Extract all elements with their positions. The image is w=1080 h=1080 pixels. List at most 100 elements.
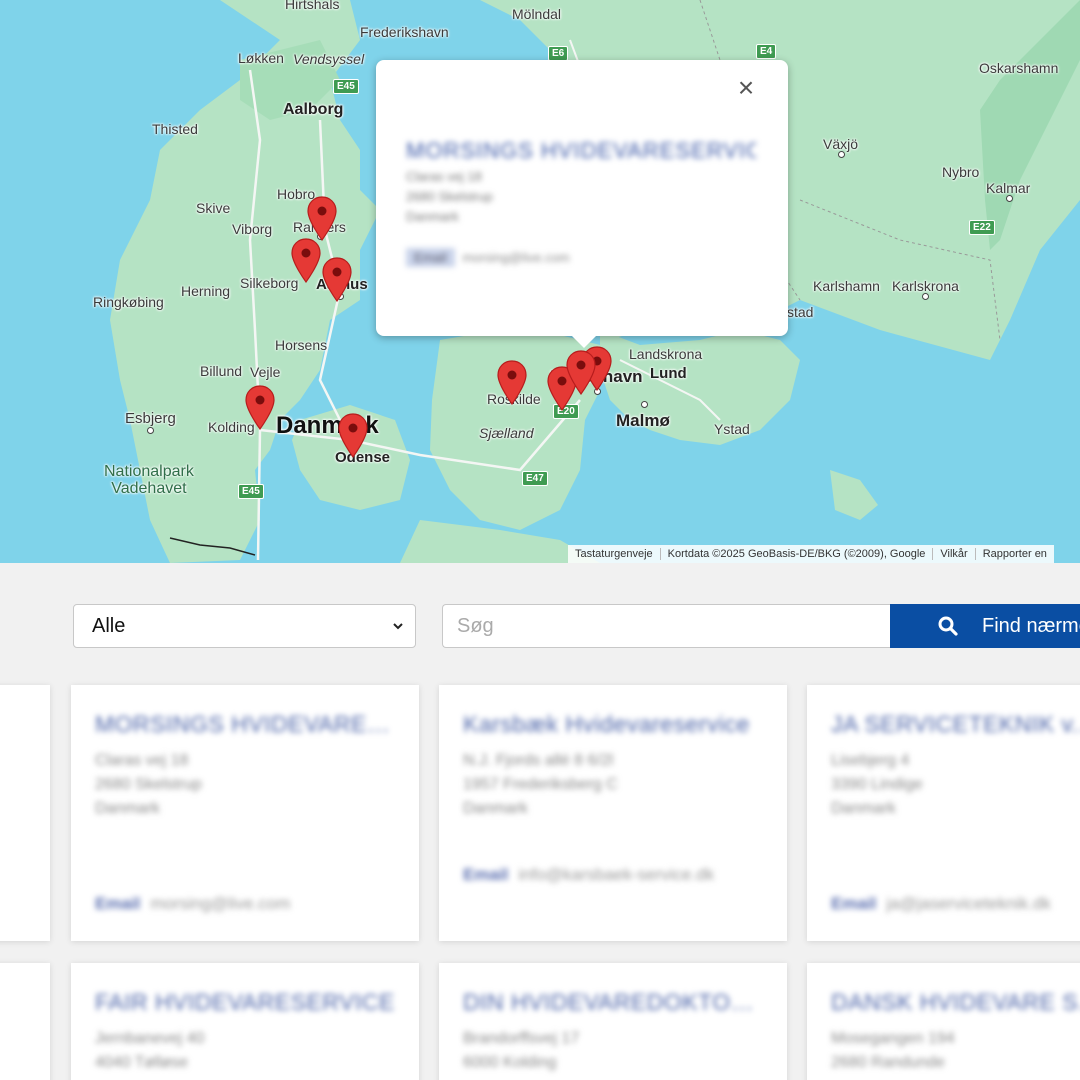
popup-body: MORSINGS HVIDEVARESERVICE Claras vej 18 …	[406, 138, 756, 267]
label-esbjerg: Esbjerg	[125, 410, 176, 427]
dealer-card-content: DIN HVIDEVAREDOKTOR ApS Brandorffsvej 17…	[463, 989, 767, 1072]
city-dot	[1006, 195, 1013, 202]
road-shield: E4	[756, 44, 777, 59]
dealer-email-value[interactable]: morsing@live.com	[150, 894, 290, 913]
label-herning: Herning	[181, 283, 231, 299]
road-shield: E22	[969, 220, 995, 235]
dealer-address-line: Brandorffsvej 17	[463, 1030, 580, 1047]
dealer-email: Email ja@jaserviceteknik.dk	[831, 890, 1080, 918]
label-horsens: Horsens	[275, 337, 328, 353]
label-billund: Billund	[200, 363, 243, 379]
label-karlshamn: Karlshamn	[813, 278, 880, 294]
city-dot	[147, 427, 154, 434]
popup-email: Email morsing@live.com	[406, 248, 756, 267]
road-shield: E47	[522, 471, 548, 486]
dealer-name: FAIR HVIDEVARESERVICE	[95, 989, 395, 1015]
dealer-address-line: Claras vej 18	[95, 752, 189, 769]
dealer-card[interactable]	[0, 963, 50, 1080]
map-pin[interactable]	[565, 350, 597, 396]
map-pin[interactable]	[337, 413, 369, 459]
map-pin[interactable]	[244, 385, 276, 431]
dealer-name: DANSK HVIDEVARE SERVICE	[831, 989, 1080, 1015]
label-molndal: Mölndal	[512, 6, 562, 22]
dealer-address-line: Danmark	[831, 800, 896, 817]
find-nearest-button[interactable]: Find nærmeste	[890, 604, 1080, 648]
label-vejle: Vejle	[250, 364, 281, 380]
label-hirtshals: Hirtshals	[285, 0, 340, 12]
map-info-popup: × MORSINGS HVIDEVARESERVICE Claras vej 1…	[376, 60, 788, 348]
label-thisted: Thisted	[152, 121, 198, 137]
label-sjaelland: Sjælland	[479, 425, 534, 441]
map-data-credit: Kortdata ©2025 GeoBasis-DE/BKG (©2009), …	[661, 548, 934, 560]
search-placeholder: Søg	[457, 614, 494, 637]
dealer-address-line: 3390 Lindige	[831, 776, 923, 793]
label-skive: Skive	[196, 200, 231, 216]
map-pin[interactable]	[496, 360, 528, 406]
dealer-card[interactable]: DANSK HVIDEVARE SERVICE Mosegangen 194 2…	[807, 963, 1080, 1080]
map-attribution: Tastaturgenveje Kortdata ©2025 GeoBasis-…	[568, 545, 1054, 563]
popup-address-line: 2680 Skelstrup	[406, 189, 493, 204]
road-shield: E45	[333, 79, 359, 94]
map-pin[interactable]	[321, 257, 353, 303]
chevron-down-icon	[393, 623, 403, 630]
dealer-card-list: MORSINGS HVIDEVARESERVICE Claras vej 18 …	[0, 685, 1080, 1080]
dealer-name: MORSINGS HVIDEVARESERVICE	[95, 711, 399, 737]
close-icon[interactable]: ×	[732, 74, 760, 102]
popup-address-line: Danmark	[406, 209, 459, 224]
label-nationalpark: Nationalpark Vadehavet	[104, 463, 194, 497]
dealer-card[interactable]: MORSINGS HVIDEVARESERVICE Claras vej 18 …	[71, 685, 419, 941]
label-vendsyssel: Vendsyssel	[293, 51, 365, 67]
dealer-name: DIN HVIDEVAREDOKTOR ApS	[463, 989, 767, 1015]
map-pin[interactable]	[306, 196, 338, 242]
dealer-card[interactable]: DIN HVIDEVAREDOKTOR ApS Brandorffsvej 17…	[439, 963, 787, 1080]
report-error-link[interactable]: Rapporter en	[976, 548, 1054, 560]
popup-email-label: Email	[406, 248, 455, 267]
dealer-address-line: 1957 Frederiksberg C	[463, 776, 618, 793]
label-lund: Lund	[650, 365, 687, 382]
road-shield: E45	[238, 484, 264, 499]
find-nearest-label: Find nærmeste	[982, 614, 1080, 637]
dealer-address-line: Mosegangen 194	[831, 1030, 955, 1047]
dealer-card-content: JA SERVICETEKNIK v./JAN Lisebjerg 4 3390…	[831, 711, 1080, 818]
dealer-email: Email morsing@live.com	[95, 890, 399, 918]
label-ringkobing: Ringkøbing	[93, 294, 164, 310]
label-nybro: Nybro	[942, 164, 980, 180]
popup-address-line: Claras vej 18	[406, 169, 482, 184]
label-lokken: Løkken	[238, 50, 284, 66]
dealer-card[interactable]: FAIR HVIDEVARESERVICE Jernbanevej 40 404…	[71, 963, 419, 1080]
terms-link[interactable]: Vilkår	[933, 548, 976, 560]
dealer-address-line: Lisebjerg 4	[831, 752, 910, 769]
dealer-address-line: 2680 Skelstrup	[95, 776, 202, 793]
category-select-value: Alle	[92, 614, 126, 637]
dealer-address-line: Danmark	[463, 800, 528, 817]
label-landskrona: Landskrona	[629, 346, 703, 362]
dealer-card[interactable]: JA SERVICETEKNIK v./JAN Lisebjerg 4 3390…	[807, 685, 1080, 941]
dealer-email-value[interactable]: info@karsbaek-service.dk	[518, 865, 714, 884]
dealer-address-line: Danmark	[95, 800, 160, 817]
dealer-address-line: N.J. Fjords allé 8 6/2l	[463, 752, 614, 769]
search-icon	[938, 616, 958, 636]
keyboard-shortcuts-link[interactable]: Tastaturgenveje	[568, 548, 661, 560]
city-dot	[838, 151, 845, 158]
dealer-address-line: 6000 Kolding	[463, 1054, 557, 1071]
category-select[interactable]: Alle	[73, 604, 416, 648]
dealer-email: Email info@karsbaek-service.dk	[463, 861, 767, 889]
dealer-name: JA SERVICETEKNIK v./JAN	[831, 711, 1080, 737]
label-karlskrona: Karlskrona	[892, 278, 959, 294]
dealer-card[interactable]	[0, 685, 50, 941]
dealer-email-label: Email	[831, 894, 877, 913]
dealer-email-label: Email	[95, 894, 141, 913]
label-kalmar: Kalmar	[986, 180, 1031, 196]
label-frederikshavn: Frederikshavn	[360, 24, 449, 40]
label-aalborg: Aalborg	[283, 101, 344, 118]
dealer-email-label: Email	[463, 865, 509, 884]
map[interactable]: Hirtshals Frederikshavn Mölndal Løkken V…	[0, 0, 1080, 563]
dealer-card[interactable]: Karsbæk Hvidevareservice N.J. Fjords all…	[439, 685, 787, 941]
dealer-name: Karsbæk Hvidevareservice	[463, 711, 750, 737]
dealer-card-content: FAIR HVIDEVARESERVICE Jernbanevej 40 404…	[95, 989, 399, 1072]
filter-bar: Alle Søg Find nærmeste	[0, 563, 1080, 685]
search-input[interactable]: Søg	[442, 604, 892, 648]
map-pin[interactable]	[290, 238, 322, 284]
popup-email-value[interactable]: morsing@live.com	[463, 250, 570, 265]
dealer-email-value[interactable]: ja@jaserviceteknik.dk	[886, 894, 1051, 913]
